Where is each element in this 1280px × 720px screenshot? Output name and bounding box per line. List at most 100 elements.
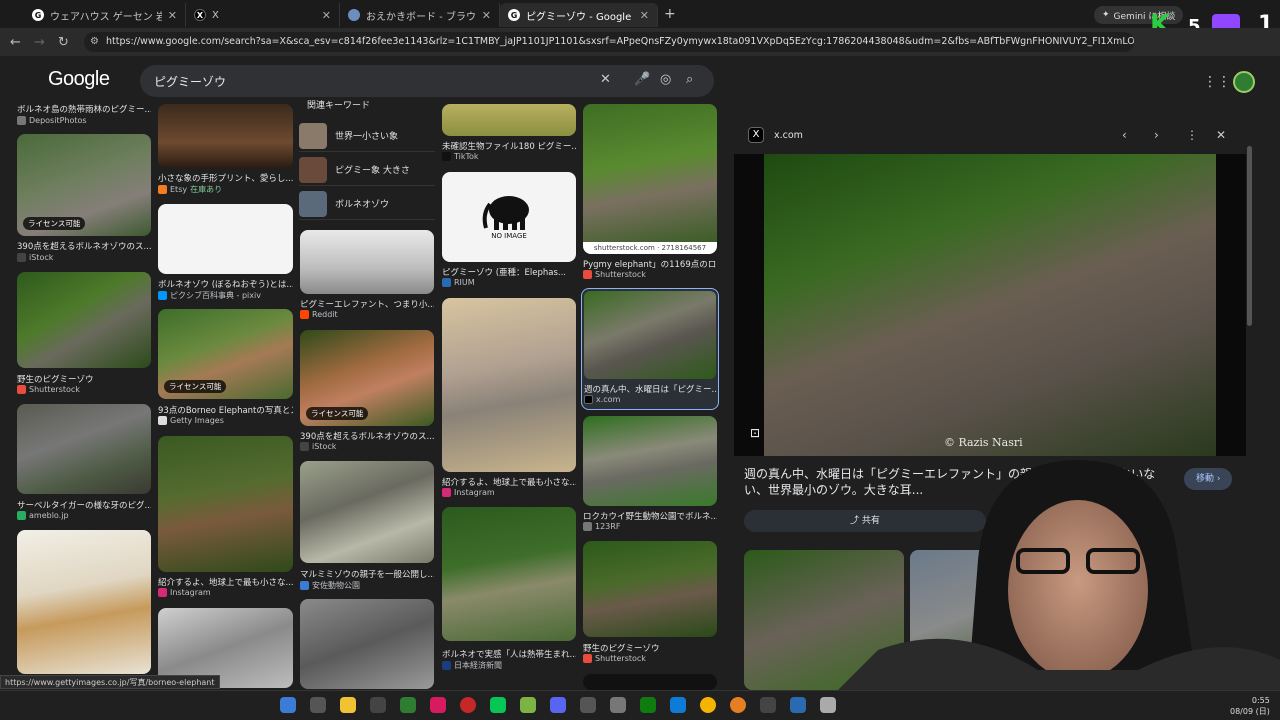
close-tab-icon[interactable]: ✕ [482, 9, 491, 22]
search-icon[interactable]: ⌕ [686, 72, 693, 87]
result-source[interactable]: RIUM [442, 278, 475, 287]
panel-scrollbar[interactable] [1247, 146, 1252, 326]
result-source[interactable]: iStock [300, 442, 336, 451]
chrome-icon[interactable] [700, 697, 716, 713]
result-caption[interactable]: ボルネオゾウ (ぼるねおぞう)とは... [158, 278, 293, 290]
edge-icon[interactable] [670, 697, 686, 713]
result-image[interactable] [17, 530, 151, 674]
result-image[interactable] [442, 298, 576, 472]
app-icon[interactable] [520, 697, 536, 713]
result-caption[interactable]: 未確認生物ファイル180 ピグミー... [442, 140, 576, 152]
result-image[interactable] [442, 104, 576, 136]
next-icon[interactable]: › [1154, 128, 1159, 142]
result-image[interactable]: ライセンス可能 [158, 309, 293, 399]
result-caption[interactable]: 390点を超えるボルネオゾウのス... [300, 430, 434, 442]
result-image[interactable] [583, 674, 717, 690]
result-image[interactable] [583, 541, 717, 637]
result-image[interactable] [17, 404, 151, 494]
url-field[interactable]: ⚙ https://www.google.com/search?sa=X&sca… [84, 32, 1134, 52]
app-icon[interactable] [430, 697, 446, 713]
tab-pygmy-search[interactable]: G ピグミーゾウ - Google 検索 ✕ [500, 3, 658, 27]
tab-google-warehouse[interactable]: G ウェアハウス ゲーセン 岩 - Google ✕ [24, 3, 186, 27]
search-input[interactable]: ピグミーゾウ [154, 73, 226, 90]
avatar[interactable] [1233, 71, 1255, 93]
result-source[interactable]: Reddit [300, 310, 338, 319]
close-icon[interactable]: ✕ [1216, 128, 1226, 142]
result-caption[interactable]: ボルネオ島の熱帯雨林のピグミー... [17, 103, 151, 115]
forward-icon[interactable]: → [34, 35, 45, 50]
result-image[interactable]: ライセンス可能 [17, 134, 151, 236]
related-item[interactable]: 世界一小さい象 [299, 120, 435, 152]
result-image[interactable]: shutterstock.com · 2718164567 [583, 104, 717, 254]
search-box[interactable]: ピグミーゾウ ✕ 🎤 ◎ ⌕ [140, 65, 714, 97]
app-icon[interactable] [610, 697, 626, 713]
discord-icon[interactable] [550, 697, 566, 713]
result-card-selected[interactable]: 週の真ん中、水曜日は「ピグミー... x.com [581, 288, 719, 410]
result-source[interactable]: TikTok [442, 152, 479, 161]
related-item[interactable]: ボルネオゾウ [299, 188, 435, 220]
lens-icon[interactable]: ⊡ [750, 426, 760, 440]
app-icon[interactable] [790, 697, 806, 713]
result-image[interactable] [17, 272, 151, 368]
start-icon[interactable] [280, 697, 296, 713]
line-icon[interactable] [490, 697, 506, 713]
result-source[interactable]: Getty Images [158, 416, 224, 425]
panel-site[interactable]: x.com [774, 130, 803, 141]
result-source[interactable]: Shutterstock [583, 270, 646, 279]
result-caption[interactable]: Pygmy elephant」の1169点のロイ... [583, 258, 717, 270]
result-caption[interactable]: 野生のピグミーゾウ [583, 642, 717, 654]
result-caption[interactable]: サーベルタイガーの様な牙のピグ... [17, 499, 151, 511]
tab-x[interactable]: X X ✕ [186, 3, 340, 27]
result-caption[interactable]: 紹介するよ、地球上で最も小さな... [442, 476, 576, 488]
back-icon[interactable]: ← [10, 35, 21, 50]
result-image[interactable] [300, 230, 434, 294]
result-caption[interactable]: 93点のBorneo Elephantの写真とス... [158, 404, 293, 416]
result-caption[interactable]: ロクカウイ野生動物公園でボルネ... [583, 510, 717, 522]
task-view-icon[interactable] [310, 697, 326, 713]
result-caption[interactable]: 紹介するよ、地球上で最も小さな... [158, 576, 293, 588]
result-source[interactable]: Instagram [442, 488, 495, 497]
app-icon[interactable] [400, 697, 416, 713]
result-image[interactable] [300, 461, 434, 563]
close-tab-icon[interactable]: ✕ [640, 9, 649, 22]
more-options-icon[interactable]: ⋮ [1186, 128, 1198, 142]
mic-icon[interactable]: 🎤 [634, 72, 650, 87]
result-caption[interactable]: マルミミゾウの親子を一般公開し... [300, 568, 434, 580]
result-source[interactable]: 安佐動物公園 [300, 580, 360, 591]
result-image[interactable] [158, 204, 293, 274]
app-icon[interactable] [820, 697, 836, 713]
result-image[interactable] [583, 416, 717, 506]
app-icon[interactable] [580, 697, 596, 713]
tab-oekaki[interactable]: おえかきボード - ブラウザでかんたん ✕ [340, 3, 500, 27]
related-item[interactable]: ピグミー象 大きさ [299, 154, 435, 186]
close-tab-icon[interactable]: ✕ [322, 9, 331, 22]
record-icon[interactable] [460, 697, 476, 713]
result-source[interactable]: Etsy 在庫あり [158, 184, 222, 195]
app-icon[interactable] [730, 697, 746, 713]
reload-icon[interactable]: ↻ [58, 35, 69, 50]
result-caption[interactable]: 野生のピグミーゾウ [17, 373, 151, 385]
site-info-icon[interactable]: ⚙ [90, 32, 99, 52]
close-tab-icon[interactable]: ✕ [168, 9, 177, 22]
new-tab-button[interactable]: + [664, 6, 676, 22]
result-image[interactable] [442, 507, 576, 641]
result-source[interactable]: ピクシブ百科事典 - pixiv [158, 290, 261, 301]
result-caption[interactable]: 390点を超えるボルネオゾウのス... [17, 240, 151, 252]
result-image[interactable] [158, 104, 293, 168]
lens-icon[interactable]: ◎ [660, 72, 671, 87]
explorer-icon[interactable] [340, 697, 356, 713]
apps-grid-icon[interactable]: ⋮⋮ [1203, 74, 1231, 90]
app-icon[interactable] [370, 697, 386, 713]
google-logo[interactable]: Google [48, 68, 110, 91]
result-image[interactable]: NO IMAGE [442, 172, 576, 262]
result-source[interactable]: 日本経済新聞 [442, 660, 502, 671]
clear-icon[interactable]: ✕ [600, 72, 611, 87]
result-source[interactable]: Instagram [158, 588, 211, 597]
result-caption[interactable]: ボルネオで実感「人は熱帯生まれ... [442, 648, 576, 660]
result-source[interactable]: ameblo.jp [17, 511, 69, 520]
result-caption[interactable]: ピグミーエレファント、つまり小... [300, 298, 434, 310]
system-clock[interactable]: 0:55 08/09 (日) [1230, 695, 1270, 717]
result-source[interactable]: iStock [17, 253, 53, 262]
result-caption[interactable]: ピグミーゾウ (亜種：Elephas... [442, 266, 576, 278]
app-icon[interactable] [760, 697, 776, 713]
